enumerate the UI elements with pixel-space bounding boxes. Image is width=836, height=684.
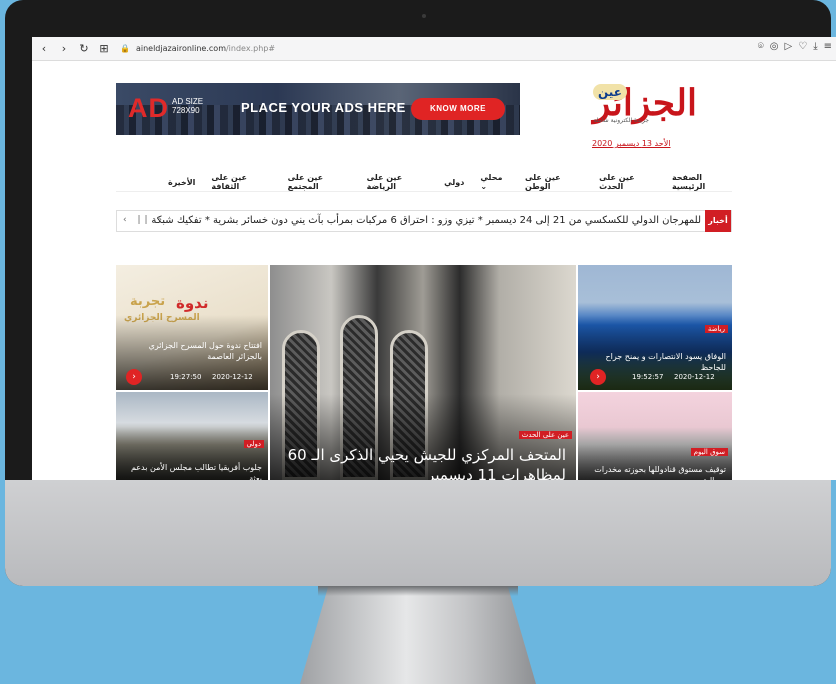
address-bar[interactable]: 🔒 aineldjazaironline.com/index.php# [120,41,680,57]
menu-item-local[interactable]: محلي ⌄ [480,173,509,191]
heart-icon[interactable]: ♡ [798,41,807,52]
featured-news-grid: ندوة تجربة المسرح الجزائري افتتاح ندوة ح… [116,265,732,480]
menu-item-last[interactable]: الأخيرة [168,178,195,187]
apps-icon[interactable]: ⊞ [96,42,112,55]
url-host: aineldjazaironline.com [135,44,226,53]
news-date: 2020-12-12 [674,373,715,381]
logo-ain: عين [593,84,627,100]
browser-toolbar: ‹ › ↻ ⊞ 🔒 aineldjazaironline.com/index.p… [32,37,836,61]
news-title[interactable]: المتحف المركزي للجيش يحيي الذكرى الـ 60 … [280,445,566,480]
news-ticker: أخبار للمهرجان الدولي للكسكسي من 21 إلى … [116,210,732,232]
shield-icon[interactable]: ◎ [770,41,779,52]
category-badge: سوق اليوم [690,448,728,456]
news-tile[interactable]: رياضة الوفاق يسود الانتصارات و يمنح جراح… [578,265,732,390]
news-time: 19:52:57 [632,373,664,381]
stand-shadow [318,586,518,596]
ad-label: AD [128,93,169,123]
poster-text: ندوة [176,294,209,312]
news-title[interactable]: افتتاح ندوة حول المسرح الجزائري بالجزائر… [122,340,262,362]
news-title[interactable]: الوفاق يسود الانتصارات و يمنح جراح للجاح… [584,351,727,373]
webcam [422,14,426,18]
news-tile-featured[interactable]: عين على الحدث المتحف المركزي للجيش يحيي … [270,265,576,480]
forward-button[interactable]: › [56,42,72,55]
news-time: 19:27:50 [170,373,202,381]
news-title[interactable]: توقيف مستوق قنادوللها بحوزته مخدرات مسال… [584,464,726,480]
menu-item-society[interactable]: عين على المجتمع [288,173,351,191]
site-logo[interactable]: الجزائر عين جريدة الكترونية شاملة [561,81,697,137]
poster-text: تجربة [130,294,166,309]
main-menu: الصفحة الرئيسية عين على الحدث عين على ال… [168,172,732,192]
know-more-button[interactable]: KNOW MORE [411,98,505,120]
logo-tagline: جريدة الكترونية شاملة [593,117,649,124]
news-title[interactable]: جلوب أفريقيا تطالب مجلس الأمن بدعم بعثة [122,462,262,480]
category-badge: دولي [243,440,264,448]
menu-item-culture[interactable]: عين على الثقافة [211,173,271,191]
monitor-stand [300,586,536,684]
news-tile[interactable]: دولي جلوب أفريقيا تطالب مجلس الأمن بدعم … [116,392,268,480]
send-icon[interactable]: ▷ [785,41,793,52]
ad-headline: PLACE YOUR ADS HERE [241,100,406,115]
menu-item-international[interactable]: دولي [444,178,464,187]
ad-size: AD SIZE 728X90 [172,97,204,115]
monitor-chin [5,480,831,586]
menu-item-home[interactable]: الصفحة الرئيسية [672,173,732,191]
arrow-right-icon[interactable]: › [126,369,142,385]
reload-button[interactable]: ↻ [76,42,92,55]
menu-item-sports[interactable]: عين على الرياضة [367,173,429,191]
screen: ‹ › ↻ ⊞ 🔒 aineldjazaironline.com/index.p… [32,37,836,480]
category-badge: رياضة [704,325,728,333]
download-icon[interactable]: ⤓ [813,41,817,52]
category-badge: عين على الحدث [518,431,572,439]
news-tile[interactable]: ندوة تجربة المسرح الجزائري افتتاح ندوة ح… [116,265,268,390]
ticker-text[interactable]: للمهرجان الدولي للكسكسي من 21 إلى 24 ديس… [151,215,701,226]
toolbar-icons: ⌾ ◎ ▷ ♡ ⤓ ≡ [758,41,832,52]
screenshot-icon[interactable]: ⌾ [758,41,764,52]
ticker-label: أخبار [705,210,731,232]
news-tile[interactable]: سوق اليوم توقيف مستوق قنادوللها بحوزته م… [578,392,732,480]
menu-item-event[interactable]: عين على الحدث [599,173,656,191]
menu-divider [116,191,732,192]
menu-icon[interactable]: ≡ [824,41,832,52]
arrow-right-icon[interactable]: › [590,369,606,385]
current-date: الأحد 13 ديسمبر 2020 [592,139,671,148]
news-date: 2020-12-12 [212,373,253,381]
back-button[interactable]: ‹ [36,42,52,55]
menu-item-nation[interactable]: عين على الوطن [525,173,583,191]
ad-banner[interactable]: AD AD SIZE 728X90 PLACE YOUR ADS HERE KN… [116,83,520,135]
ticker-controls[interactable]: ‹ || › [123,215,166,225]
url-path: /index.php# [225,44,276,53]
lock-icon: 🔒 [120,44,130,53]
